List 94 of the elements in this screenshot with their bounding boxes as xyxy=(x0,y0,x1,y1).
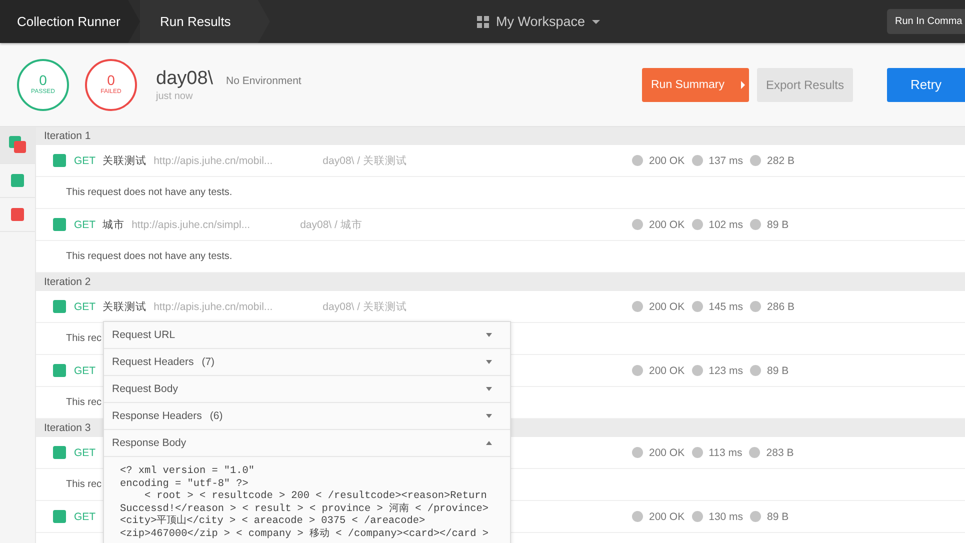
request-name[interactable]: 城市 xyxy=(102,218,125,232)
status-dot-icon xyxy=(750,219,762,230)
status-dot-icon xyxy=(749,447,760,458)
status-dot-icon xyxy=(692,301,703,312)
status-dot-icon xyxy=(750,155,762,166)
pass-fail-icon xyxy=(8,136,26,154)
status-dot-icon xyxy=(632,301,643,312)
fail-icon xyxy=(11,208,24,221)
response-time: 113 ms xyxy=(708,446,742,458)
workspace-dropdown[interactable]: My Workspace xyxy=(477,14,600,29)
test-message: This rec xyxy=(65,397,102,408)
section-title: Request Body xyxy=(112,383,178,395)
section-title: Response Body xyxy=(112,437,186,449)
breadcrumb-tab[interactable]: Run Results xyxy=(140,0,270,43)
request-name[interactable]: 关联测试 xyxy=(102,154,147,168)
request-url: http://apis.juhe.cn/mobil... xyxy=(154,300,273,312)
caret-icon xyxy=(592,20,600,24)
response-size: 89 B xyxy=(767,364,789,376)
status-code: 200 OK xyxy=(649,446,685,458)
request-path: day08\ / 关联测试 xyxy=(322,154,407,168)
count-text: 0 xyxy=(39,73,47,88)
status-square-icon xyxy=(53,364,66,377)
status-dot-icon xyxy=(750,511,762,522)
request-path: day08\ / 城市 xyxy=(300,218,362,232)
status-dot-icon xyxy=(632,365,643,376)
request-url: http://apis.juhe.cn/simpl... xyxy=(132,218,250,230)
grid-icon xyxy=(477,16,489,28)
header-count: (6) xyxy=(210,410,223,422)
status-square-icon xyxy=(53,154,66,167)
status-code: 200 OK xyxy=(649,510,685,522)
status-dot-icon xyxy=(632,219,643,230)
retry-button[interactable]: Retry xyxy=(887,68,965,102)
status-dot-icon xyxy=(692,447,703,458)
status-code: 200 OK xyxy=(649,364,685,376)
status-square-icon xyxy=(53,446,66,459)
status-square-icon xyxy=(53,218,66,231)
run-in-command-button[interactable]: Run In Comma xyxy=(887,9,965,34)
pass-icon xyxy=(11,174,24,187)
count-text: 0 xyxy=(107,73,115,88)
response-size: 283 B xyxy=(766,446,794,458)
response-size: 282 B xyxy=(767,154,794,166)
status-square-icon xyxy=(53,300,66,313)
iteration-tab[interactable] xyxy=(0,127,35,164)
section-title: Request URL xyxy=(112,329,176,341)
section-header[interactable]: Request Body xyxy=(104,376,510,403)
response-body-code: <? xml version = "1.0" encoding = "utf-8" ?> < root > < resultcode > 200 < /resultcode><reason>Return Successd!</reason > < result > < province > 河南 < /province> <city>平顶山</city > < areacode > 0375 < /areacode> <zip>467000</zip > < company > 移动 < /company><card></card > xyxy=(119,464,490,542)
response-size: 89 B xyxy=(767,218,789,230)
environment-label: No Environment xyxy=(226,74,302,86)
response-time: 102 ms xyxy=(708,218,744,230)
section-header[interactable]: Response Body xyxy=(104,430,510,457)
section-header[interactable]: Response Headers (6) xyxy=(104,403,510,430)
run-time: just now xyxy=(156,90,194,102)
status-dot-icon xyxy=(632,511,643,522)
caret-icon xyxy=(740,80,744,88)
method-label: GET xyxy=(74,218,96,230)
status-dot-icon xyxy=(632,155,643,166)
section-title: Request Headers xyxy=(112,356,194,368)
request-path: day08\ / 关联测试 xyxy=(322,300,407,314)
iteration-header: Iteration 1 xyxy=(36,127,965,145)
status-dot-icon xyxy=(692,365,703,376)
test-message: This rec xyxy=(65,333,102,344)
status-code: 200 OK xyxy=(649,154,685,166)
response-time: 130 ms xyxy=(708,510,744,522)
method-label: GET xyxy=(74,364,96,376)
status-dot-icon xyxy=(692,511,703,522)
method-label: GET xyxy=(74,300,96,312)
status-code: 200 OK xyxy=(649,218,685,230)
status-square-icon xyxy=(53,510,66,523)
section-header[interactable]: Request URL xyxy=(104,322,510,349)
status-dot-icon xyxy=(632,447,643,458)
status-dot-icon xyxy=(750,301,762,312)
response-time: 123 ms xyxy=(708,364,744,376)
status-dot-icon xyxy=(750,365,762,376)
status-code: 200 OK xyxy=(649,300,685,312)
method-label: GET xyxy=(74,154,96,166)
section-header[interactable]: Request Headers (7) xyxy=(104,349,510,376)
iteration-header: Iteration 2 xyxy=(36,273,965,291)
response-time: 145 ms xyxy=(708,300,744,312)
response-time: 137 ms xyxy=(708,154,744,166)
status-dot-icon xyxy=(692,219,703,230)
test-message: This rec xyxy=(65,479,102,490)
response-size: 89 B xyxy=(767,510,789,522)
collection-name: day08\ xyxy=(156,68,214,90)
method-label: GET xyxy=(74,446,96,458)
section-title: Response Headers xyxy=(112,410,202,422)
header-count: (7) xyxy=(202,356,215,368)
test-message: This request does not have any tests. xyxy=(65,187,232,198)
method-label: GET xyxy=(74,510,96,522)
response-size: 286 B xyxy=(767,300,794,312)
request-name[interactable]: 关联测试 xyxy=(102,300,147,314)
breadcrumb-tab[interactable]: Collection Runner xyxy=(0,0,140,43)
test-message: This request does not have any tests. xyxy=(65,251,232,262)
request-url: http://apis.juhe.cn/mobil... xyxy=(154,154,273,166)
status-dot-icon xyxy=(692,155,703,166)
